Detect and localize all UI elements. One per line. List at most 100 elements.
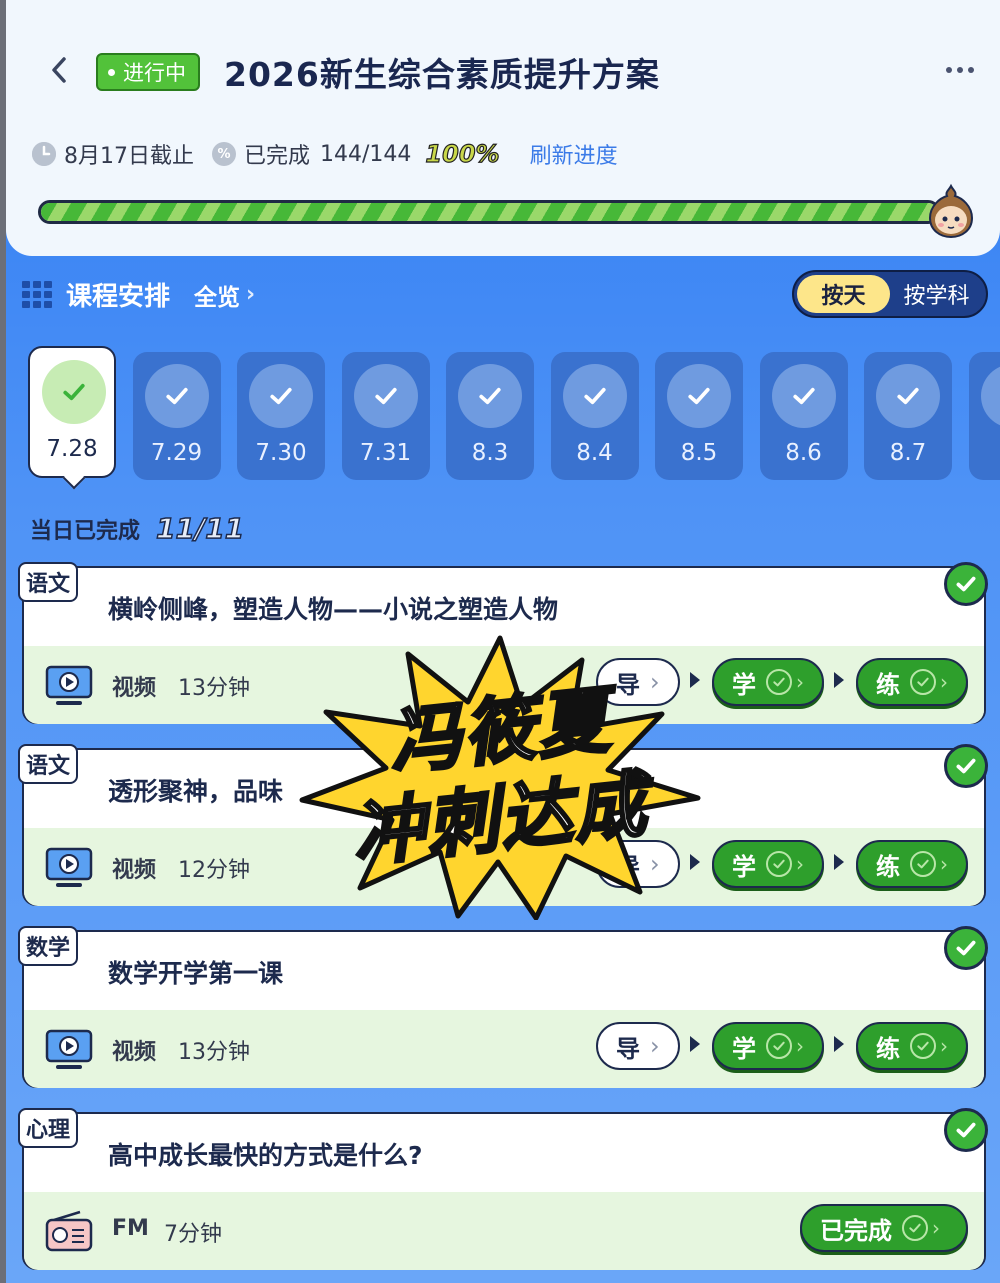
step-practice-button[interactable]: 练 › [856,1022,968,1070]
refresh-progress-link[interactable]: 刷新进度 [530,138,618,170]
status-badge: 进行中 [96,53,200,91]
check-icon [353,364,418,428]
lesson-card[interactable]: 数学 数学开学第一课 视频 13分钟导 › 学 › 练 › [18,926,988,1088]
check-icon [562,364,627,428]
plan-meta: 8月17日截止 % 已完成 144/144 100% 刷新进度 [32,138,618,170]
video-icon [44,664,94,708]
lesson-title[interactable]: 透形聚神，品味 [108,772,283,808]
completed-label: 已完成 [244,144,311,169]
subject-tag: 数学 [18,926,79,966]
check-icon [766,669,792,695]
check-icon [766,1033,792,1059]
finished-button[interactable]: 已完成 › [800,1204,968,1252]
page: 进行中 2026新生综合素质提升方案 8月17日截止 % 已完成 144/144… [0,0,1000,1283]
media-type: 视频 [112,858,157,883]
step-practice-button[interactable]: 练 › [856,840,968,888]
step-arrow-icon [834,672,844,688]
check-icon [249,364,313,428]
date-label: 8.7 [889,440,927,466]
date-label: 8 [969,440,1000,466]
check-icon [910,1033,936,1059]
check-icon [944,926,988,970]
radio-icon [44,1210,94,1254]
date-tile[interactable]: 8.6 [759,352,848,480]
step-label: 学 [732,1034,756,1063]
step-label: 学 [732,670,756,699]
date-tile[interactable]: 8.5 [655,352,743,480]
subject-tag: 语文 [18,562,79,602]
lesson-title[interactable]: 横岭侧峰，塑造人物——小说之塑造人物 [108,590,558,626]
chevron-right-icon: › [796,670,804,694]
chevron-right-icon: › [932,1216,940,1240]
date-tile[interactable]: 7.30 [237,352,325,480]
date-label: 7.28 [46,436,98,462]
step-learn-button[interactable]: 学 › [712,840,824,888]
chevron-right-icon: › [940,1034,948,1058]
date-tile[interactable]: 8.4 [550,352,639,480]
back-button[interactable] [42,52,76,88]
media-duration: 12分钟 [178,858,250,883]
date-tile[interactable]: 7.29 [132,352,221,480]
check-icon [667,364,731,428]
step-arrow-icon [834,854,844,870]
completed-count: 144/144 [320,141,412,167]
toggle-by-day[interactable]: 按天 [797,275,890,313]
deadline-text: 8月17日截止 [64,144,194,169]
date-label: 7.29 [150,440,203,466]
lesson-title[interactable]: 数学开学第一课 [108,954,283,990]
date-tile[interactable]: 8 [968,352,1000,480]
chevron-left-icon [52,57,66,83]
date-label: 8.4 [576,440,613,466]
chevron-right-icon: › [940,852,948,876]
progress-fill [41,203,937,221]
overview-link[interactable]: 全览 › [194,278,255,312]
check-icon [944,1108,988,1152]
media-duration: 13分钟 [178,676,250,701]
course-header: 课程安排 全览 › [22,276,255,313]
more-button[interactable] [940,56,980,84]
step-practice-button[interactable]: 练 › [856,658,968,706]
check-icon [944,562,988,606]
check-icon [771,364,836,428]
more-icon [946,67,952,73]
date-tile[interactable]: 8.7 [864,352,952,480]
check-icon [876,364,940,428]
check-icon [944,744,988,788]
step-label: 练 [876,670,900,699]
check-icon [902,1215,928,1241]
step-label: 学 [732,852,756,881]
date-tile[interactable]: 8.3 [446,352,534,480]
progress-bar [38,200,940,224]
step-label: 练 [876,852,900,881]
status-label: 进行中 [123,61,186,85]
check-icon [910,851,936,877]
date-label: 8.3 [471,440,509,466]
step-learn-button[interactable]: 学 › [712,1022,824,1070]
toggle-by-subject[interactable]: 按学科 [890,275,983,313]
check-icon [144,364,209,428]
status-dot-icon [108,68,115,76]
step-arrow-icon [690,1036,700,1052]
date-tile[interactable]: 7.31 [341,352,430,480]
media-type: 视频 [112,1040,157,1065]
mascot-icon [928,183,974,239]
course-title: 课程安排 [66,282,171,312]
sticker-text: 冯筱夏 冲刺达成 [290,630,710,920]
lesson-card[interactable]: 心理 高中成长最快的方式是什么? FM 7分钟 已完成 › [18,1108,988,1270]
chevron-right-icon: › [796,1034,804,1058]
media-type: 视频 [112,676,157,701]
media-duration: 7分钟 [164,1222,222,1247]
lesson-title[interactable]: 高中成长最快的方式是什么? [108,1136,423,1172]
step-label: 导 [616,1034,640,1063]
media-type: FM [112,1216,149,1241]
chevron-right-icon: › [246,282,256,307]
percent-icon: % [212,142,236,166]
check-icon [458,364,522,428]
day-done-label: 当日已完成 [30,519,141,544]
date-label: 7.31 [359,440,412,466]
step-guide-button[interactable]: 导› [596,1022,680,1070]
step-learn-button[interactable]: 学 › [712,658,824,706]
view-toggle: 按天 按学科 [792,270,988,318]
clock-icon [32,142,56,166]
date-tile[interactable]: 7.28 [28,346,116,478]
